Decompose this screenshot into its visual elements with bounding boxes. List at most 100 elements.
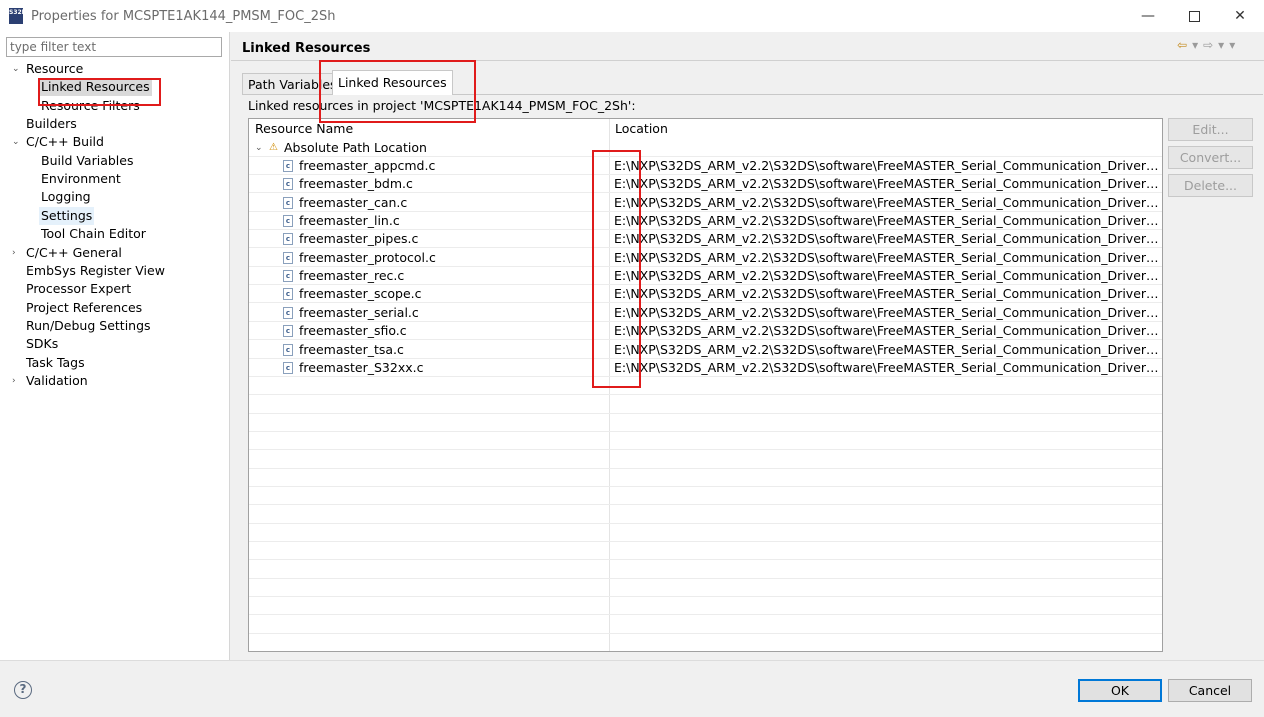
resource-name: freemaster_lin.c — [299, 213, 400, 229]
c-file-icon: c — [283, 306, 293, 319]
table-row[interactable]: c freemaster_can.c E:\NXP\S32DS_ARM_v2.2\S… — [249, 194, 1162, 212]
resource-location: E:\NXP\S32DS_ARM_v2.2\S32DS\software\Fre… — [614, 304, 1160, 320]
c-file-icon: c — [283, 178, 293, 191]
tree-item-label: Validation — [26, 372, 88, 388]
tree-item-embsys-register-view[interactable]: EmbSys Register View — [0, 262, 230, 280]
tree-item-run-debug-settings[interactable]: Run/Debug Settings — [0, 317, 230, 335]
table-row[interactable]: c freemaster_pipes.c E:\NXP\S32DS_ARM_v2.2… — [249, 230, 1162, 249]
tree-item-c-c-build[interactable]: ⌄ C/C++ Build — [0, 133, 230, 151]
chevron-right-icon[interactable]: › — [12, 372, 22, 390]
close-button[interactable]: ✕ — [1217, 0, 1263, 32]
tree-item-label: Run/Debug Settings — [26, 317, 151, 333]
empty-table-row — [249, 597, 1162, 616]
empty-table-row — [249, 506, 1162, 524]
empty-table-row — [249, 377, 1162, 396]
resource-name: freemaster_can.c — [299, 194, 408, 210]
table-row[interactable]: c freemaster_bdm.c E:\NXP\S32DS_ARM_v2.2\S… — [249, 175, 1162, 194]
resource-name: freemaster_bdm.c — [299, 176, 413, 192]
convert-button[interactable]: Convert... — [1168, 146, 1253, 169]
tree-item-task-tags[interactable]: Task Tags — [0, 354, 230, 372]
table-row[interactable]: c freemaster_scope.c E:\NXP\S32DS_ARM_v2.2… — [249, 285, 1162, 304]
warning-icon: ⚠ — [269, 142, 278, 153]
resource-location: E:\NXP\S32DS_ARM_v2.2\S32DS\software\Fre… — [614, 286, 1160, 302]
table-row[interactable]: c freemaster_sfio.c E:\NXP\S32DS_ARM_v2.2\… — [249, 322, 1162, 341]
resource-name: freemaster_sfio.c — [299, 323, 407, 339]
tree-item-environment[interactable]: Environment — [0, 170, 230, 188]
tree-item-settings[interactable]: Settings — [0, 206, 230, 225]
tree-item-processor-expert[interactable]: Processor Expert — [0, 280, 230, 298]
empty-table-row — [249, 487, 1162, 506]
c-file-icon: c — [283, 343, 293, 356]
tree-item-label: EmbSys Register View — [26, 262, 165, 278]
back-arrow-icon[interactable]: ⇦ — [1177, 38, 1187, 52]
resource-location: E:\NXP\S32DS_ARM_v2.2\S32DS\software\Fre… — [614, 249, 1160, 265]
annotation-box-drive-letter — [592, 150, 641, 388]
resource-location: E:\NXP\S32DS_ARM_v2.2\S32DS\software\Fre… — [614, 341, 1160, 357]
tree-item-resource[interactable]: ⌄ Resource — [0, 60, 230, 78]
resource-name: freemaster_rec.c — [299, 268, 405, 284]
forward-arrow-icon[interactable]: ⇨ — [1203, 38, 1213, 52]
maximize-button[interactable] — [1171, 0, 1217, 32]
empty-table-row — [249, 524, 1162, 542]
edit-button[interactable]: Edit... — [1168, 118, 1253, 141]
tree-item-validation[interactable]: › Validation — [0, 372, 230, 390]
tree-item-builders[interactable]: Builders — [0, 115, 230, 133]
maximize-icon — [1188, 10, 1200, 22]
back-menu-icon[interactable]: ▾ — [1192, 38, 1198, 52]
tree-item-sdks[interactable]: SDKs — [0, 335, 230, 353]
table-row[interactable]: c freemaster_tsa.c E:\NXP\S32DS_ARM_v2.2\S… — [249, 341, 1162, 359]
delete-button[interactable]: Delete... — [1168, 174, 1253, 197]
table-row[interactable]: c freemaster_rec.c E:\NXP\S32DS_ARM_v2.2\S… — [249, 267, 1162, 286]
cancel-button[interactable]: Cancel — [1168, 679, 1252, 702]
tree-item-label: Environment — [41, 171, 121, 187]
empty-table-row — [249, 432, 1162, 451]
tree-item-label: C/C++ Build — [26, 134, 104, 150]
c-file-icon: c — [283, 251, 293, 264]
minimize-button[interactable]: — — [1125, 0, 1171, 32]
resource-location: E:\NXP\S32DS_ARM_v2.2\S32DS\software\Fre… — [614, 194, 1160, 210]
resource-name: freemaster_pipes.c — [299, 231, 419, 247]
c-file-icon: c — [283, 361, 293, 374]
ok-button[interactable]: OK — [1078, 679, 1162, 702]
table-row[interactable]: c freemaster_S32xx.c E:\NXP\S32DS_ARM_v2.2… — [249, 359, 1162, 377]
tree-item-label: Project References — [26, 299, 143, 315]
empty-table-row — [249, 451, 1162, 469]
tree-item-c-c-general[interactable]: › C/C++ General — [0, 244, 230, 262]
forward-menu-icon[interactable]: ▾ — [1218, 38, 1224, 52]
tab-linked-resources[interactable]: Linked Resources — [332, 70, 453, 95]
empty-table-row — [249, 634, 1162, 651]
resource-name: freemaster_S32xx.c — [299, 359, 424, 375]
tree-item-project-references[interactable]: Project References — [0, 299, 230, 317]
tree-item-tool-chain-editor[interactable]: Tool Chain Editor — [0, 225, 230, 243]
chevron-right-icon[interactable]: › — [12, 244, 22, 262]
tree-item-logging[interactable]: Logging — [0, 188, 230, 206]
chevron-down-icon[interactable]: ⌄ — [12, 133, 22, 151]
chevron-down-icon[interactable]: ⌄ — [12, 60, 22, 78]
linked-resources-table[interactable]: Resource Name Location ⌄ ⚠ Absolute Path… — [248, 118, 1163, 652]
view-menu-icon[interactable]: ▾ — [1229, 38, 1235, 52]
table-row[interactable]: c freemaster_protocol.c E:\NXP\S32DS_ARM_v… — [249, 249, 1162, 267]
c-file-icon: c — [283, 215, 293, 228]
c-file-icon: c — [283, 325, 293, 338]
table-row[interactable]: c freemaster_serial.c E:\NXP\S32DS_ARM_v2.… — [249, 304, 1162, 322]
group-row-absolute-path[interactable]: ⌄ ⚠ Absolute Path Location — [249, 139, 1162, 157]
group-label: Absolute Path Location — [284, 140, 427, 155]
chevron-down-icon[interactable]: ⌄ — [255, 139, 263, 157]
page-navigation: ⇦ ▾ ⇨ ▾ ▾ — [1177, 38, 1235, 52]
page-title: Linked Resources — [242, 41, 371, 56]
column-header-location[interactable]: Location — [609, 119, 668, 139]
property-page: Linked Resources ⇦ ▾ ⇨ ▾ ▾ Path Variable… — [231, 32, 1264, 660]
table-row[interactable]: c freemaster_lin.c E:\NXP\S32DS_ARM_v2.2\S… — [249, 212, 1162, 231]
help-icon[interactable]: ? — [14, 681, 32, 699]
tree-item-build-variables[interactable]: Build Variables — [0, 152, 230, 170]
table-row[interactable]: c freemaster_appcmd.c E:\NXP\S32DS_ARM_v2.… — [249, 157, 1162, 175]
s32ds-app-icon: S32DS — [9, 8, 31, 24]
tree-item-label: Settings — [39, 206, 95, 225]
window-title: Properties for MCSPTE1AK144_PMSM_FOC_2Sh — [31, 8, 336, 24]
filter-input[interactable] — [6, 37, 222, 57]
empty-table-row — [249, 616, 1162, 634]
resource-location: E:\NXP\S32DS_ARM_v2.2\S32DS\software\Fre… — [614, 213, 1160, 229]
resource-location: E:\NXP\S32DS_ARM_v2.2\S32DS\software\Fre… — [614, 158, 1160, 173]
empty-table-row — [249, 396, 1162, 414]
c-file-icon: c — [283, 233, 293, 246]
